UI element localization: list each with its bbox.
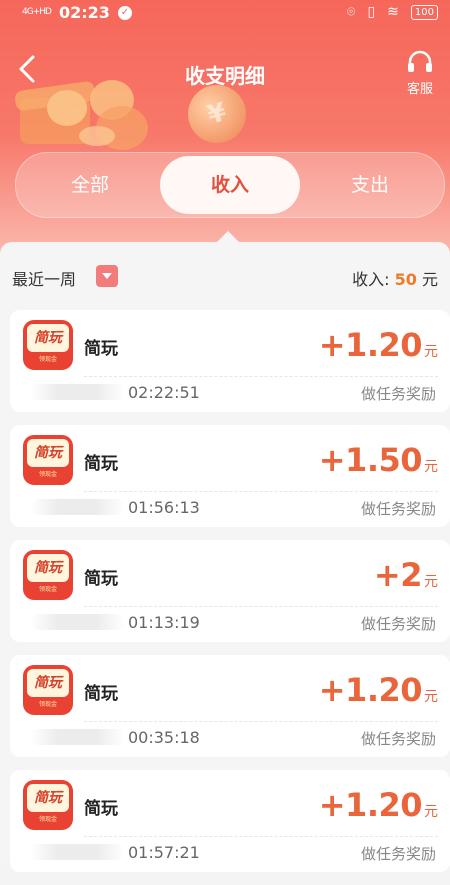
status-bar: 4G+HD 02:23 ✓ ⌾ ▯ ≋ 100 [0,0,450,26]
total-label: 收入: [352,270,390,289]
page-title: 收支明细 [185,64,265,88]
chevron-down-icon[interactable] [96,265,118,287]
tab-income[interactable]: 收入 [160,156,300,214]
records-list: 简玩 领现金 简玩 +1.20 元 02:22:51 做任务奖励 简玩 领现金 简… [10,310,450,885]
service-label: 客服 [406,82,433,97]
vibrate-icon: ▯ [367,4,376,20]
redacted-date [30,499,125,515]
divider [84,721,438,722]
amount-value: +1.20 [318,326,423,364]
app-logo-icon: 简玩 领现金 [23,665,73,715]
app-logo-icon: 简玩 领现金 [23,435,73,485]
amount: +2 元 [374,556,438,594]
app-logo-subtext: 领现金 [38,356,57,363]
total-unit: 元 [421,270,438,289]
record-description: 做任务奖励 [360,500,436,518]
redacted-date [30,384,125,400]
app-name: 简玩 [84,684,118,704]
app-name: 简玩 [84,569,118,589]
amount: +1.20 元 [319,786,438,824]
location-icon: ⌾ [347,4,356,20]
tab-bar: 全部 收入 支出 [15,152,445,218]
redacted-date [30,614,125,630]
divider [84,491,438,492]
app-logo-subtext: 领现金 [38,471,57,478]
amount-unit: 元 [424,804,438,820]
app-name: 简玩 [84,799,118,819]
record-time: 02:22:51 [128,383,200,402]
status-time: 02:23 [58,3,110,22]
amount-value: +1.20 [318,671,423,709]
tab-all[interactable]: 全部 [20,156,160,214]
record-item[interactable]: 简玩 领现金 简玩 +2 元 01:13:19 做任务奖励 [10,540,450,642]
app-name: 简玩 [84,339,118,359]
app-logo-text: 简玩 [27,554,69,582]
income-total: 收入: 50 元 [352,266,438,290]
app-logo-text: 简玩 [27,784,69,812]
customer-service-button[interactable]: 客服 [400,50,440,97]
record-description: 做任务奖励 [360,615,436,633]
app-logo-subtext: 领现金 [38,586,57,593]
record-description: 做任务奖励 [360,730,436,748]
app-logo-subtext: 领现金 [38,816,57,823]
redacted-date [30,844,125,860]
app-logo-subtext: 领现金 [38,701,57,708]
app-logo-icon: 简玩 领现金 [23,320,73,370]
amount: +1.20 元 [319,326,438,364]
battery-indicator: 100 [410,4,438,20]
amount-unit: 元 [424,344,438,360]
amount: +1.20 元 [319,671,438,709]
record-description: 做任务奖励 [360,845,436,863]
record-item[interactable]: 简玩 领现金 简玩 +1.20 元 00:35:18 做任务奖励 [10,655,450,757]
record-item[interactable]: 简玩 领现金 简玩 +1.20 元 01:57:21 做任务奖励 [10,770,450,872]
app-logo-icon: 简玩 领现金 [23,550,73,600]
amount-value: +2 [373,556,423,594]
divider [84,606,438,607]
headset-icon [400,50,440,76]
total-value: 50 [394,270,417,289]
amount-value: +1.50 [318,441,423,479]
record-time: 00:35:18 [128,728,200,747]
amount-unit: 元 [424,459,438,475]
filter-row: 最近一周 收入: 50 元 [0,254,450,298]
app-logo-text: 简玩 [27,669,69,697]
record-time: 01:57:21 [128,843,200,862]
record-item[interactable]: 简玩 领现金 简玩 +1.50 元 01:56:13 做任务奖励 [10,425,450,527]
amount-unit: 元 [424,574,438,590]
app-logo-text: 简玩 [27,324,69,352]
divider [84,836,438,837]
record-time: 01:13:19 [128,613,200,632]
check-icon: ✓ [117,5,132,20]
signal-icon: 4G+HD [22,7,52,17]
record-item[interactable]: 简玩 领现金 简玩 +1.20 元 02:22:51 做任务奖励 [10,310,450,412]
amount: +1.50 元 [319,441,438,479]
record-time: 01:56:13 [128,498,200,517]
amount-value: +1.20 [318,786,423,824]
app-name: 简玩 [84,454,118,474]
tab-expense[interactable]: 支出 [300,156,440,214]
record-description: 做任务奖励 [360,385,436,403]
wifi-icon: ≋ [387,4,399,20]
amount-unit: 元 [424,689,438,705]
divider [84,376,438,377]
app-logo-icon: 简玩 领现金 [23,780,73,830]
period-label[interactable]: 最近一周 [12,266,76,290]
tab-pointer [216,231,240,243]
redacted-date [30,729,125,745]
app-logo-text: 简玩 [27,439,69,467]
